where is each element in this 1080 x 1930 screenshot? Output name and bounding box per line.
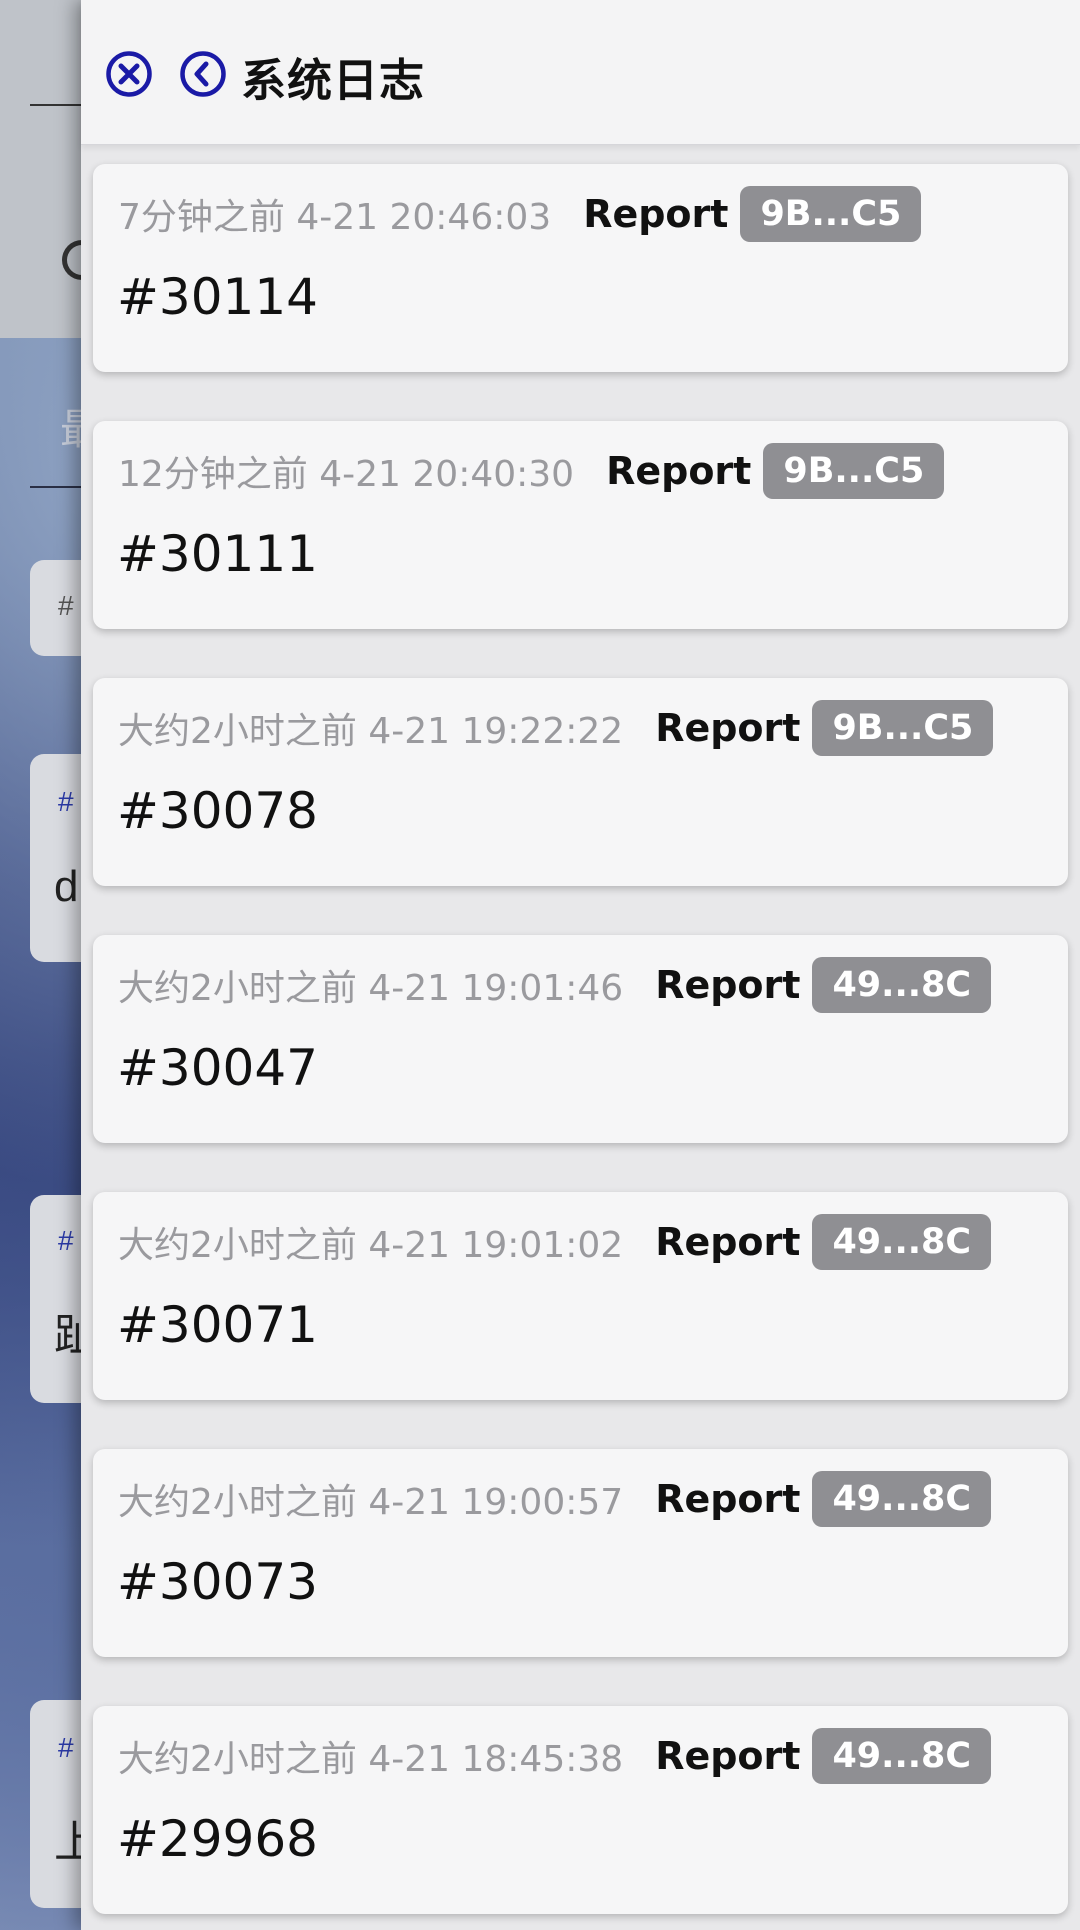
log-source-badge: 9B...C5 — [763, 443, 945, 499]
log-id: #30073 — [117, 1553, 318, 1611]
log-meta: 12分钟之前 4-21 20:40:30 Report 9B...C5 — [118, 443, 945, 499]
background-card-text: d — [54, 862, 79, 911]
log-item[interactable]: 12分钟之前 4-21 20:40:30 Report 9B...C5 #301… — [93, 421, 1068, 629]
log-meta: 大约2小时之前 4-21 19:01:02 Report 49...8C — [118, 1214, 992, 1270]
log-source-badge: 9B...C5 — [740, 186, 922, 242]
log-type: Report — [606, 449, 752, 493]
log-timestamp: 大约2小时之前 4-21 19:01:46 — [118, 968, 624, 1009]
log-timestamp: 大约2小时之前 4-21 19:01:02 — [118, 1225, 624, 1266]
log-type: Report — [655, 1220, 801, 1264]
log-timestamp: 12分钟之前 4-21 20:40:30 — [118, 454, 575, 495]
background-card-hash: # — [58, 1732, 74, 1763]
background-card-hash: # — [58, 1225, 74, 1256]
log-source-badge: 49...8C — [812, 1214, 992, 1270]
log-id: #30078 — [117, 782, 318, 840]
log-timestamp: 大约2小时之前 4-21 18:45:38 — [118, 1739, 624, 1780]
log-item[interactable]: 7分钟之前 4-21 20:46:03 Report 9B...C5 #3011… — [93, 164, 1068, 372]
log-meta: 大约2小时之前 4-21 19:01:46 Report 49...8C — [118, 957, 992, 1013]
background-card-hash: # — [58, 786, 74, 817]
background-card-hash: # — [58, 590, 74, 621]
back-circle-icon[interactable] — [179, 50, 227, 98]
log-type: Report — [655, 1477, 801, 1521]
drawer-header: 系统日志 — [81, 0, 1080, 145]
system-log-drawer: 系统日志 7分钟之前 4-21 20:46:03 Report 9B...C5 … — [81, 0, 1080, 1930]
log-id: #30047 — [117, 1039, 318, 1097]
log-id: #30071 — [117, 1296, 318, 1354]
log-meta: 大约2小时之前 4-21 18:45:38 Report 49...8C — [118, 1728, 992, 1784]
log-meta: 大约2小时之前 4-21 19:22:22 Report 9B...C5 — [118, 700, 994, 756]
log-source-badge: 9B...C5 — [812, 700, 994, 756]
log-timestamp: 大约2小时之前 4-21 19:22:22 — [118, 711, 624, 752]
log-type: Report — [655, 963, 801, 1007]
log-id: #30114 — [117, 268, 318, 326]
log-id: #30111 — [117, 525, 318, 583]
log-type: Report — [583, 192, 729, 236]
log-item[interactable]: 大约2小时之前 4-21 19:01:46 Report 49...8C #30… — [93, 935, 1068, 1143]
log-type: Report — [655, 1734, 801, 1778]
log-source-badge: 49...8C — [812, 1471, 992, 1527]
log-item[interactable]: 大约2小时之前 4-21 19:00:57 Report 49...8C #30… — [93, 1449, 1068, 1657]
log-item[interactable]: 大约2小时之前 4-21 18:45:38 Report 49...8C #29… — [93, 1706, 1068, 1914]
log-meta: 7分钟之前 4-21 20:46:03 Report 9B...C5 — [118, 186, 922, 242]
log-source-badge: 49...8C — [812, 1728, 992, 1784]
log-id: #29968 — [117, 1810, 318, 1868]
log-meta: 大约2小时之前 4-21 19:00:57 Report 49...8C — [118, 1471, 992, 1527]
log-type: Report — [655, 706, 801, 750]
log-timestamp: 7分钟之前 4-21 20:46:03 — [118, 197, 552, 238]
close-circle-icon[interactable] — [105, 50, 153, 98]
log-source-badge: 49...8C — [812, 957, 992, 1013]
log-timestamp: 大约2小时之前 4-21 19:00:57 — [118, 1482, 624, 1523]
page-title: 系统日志 — [241, 54, 426, 107]
log-item[interactable]: 大约2小时之前 4-21 19:22:22 Report 9B...C5 #30… — [93, 678, 1068, 886]
log-item[interactable]: 大约2小时之前 4-21 19:01:02 Report 49...8C #30… — [93, 1192, 1068, 1400]
